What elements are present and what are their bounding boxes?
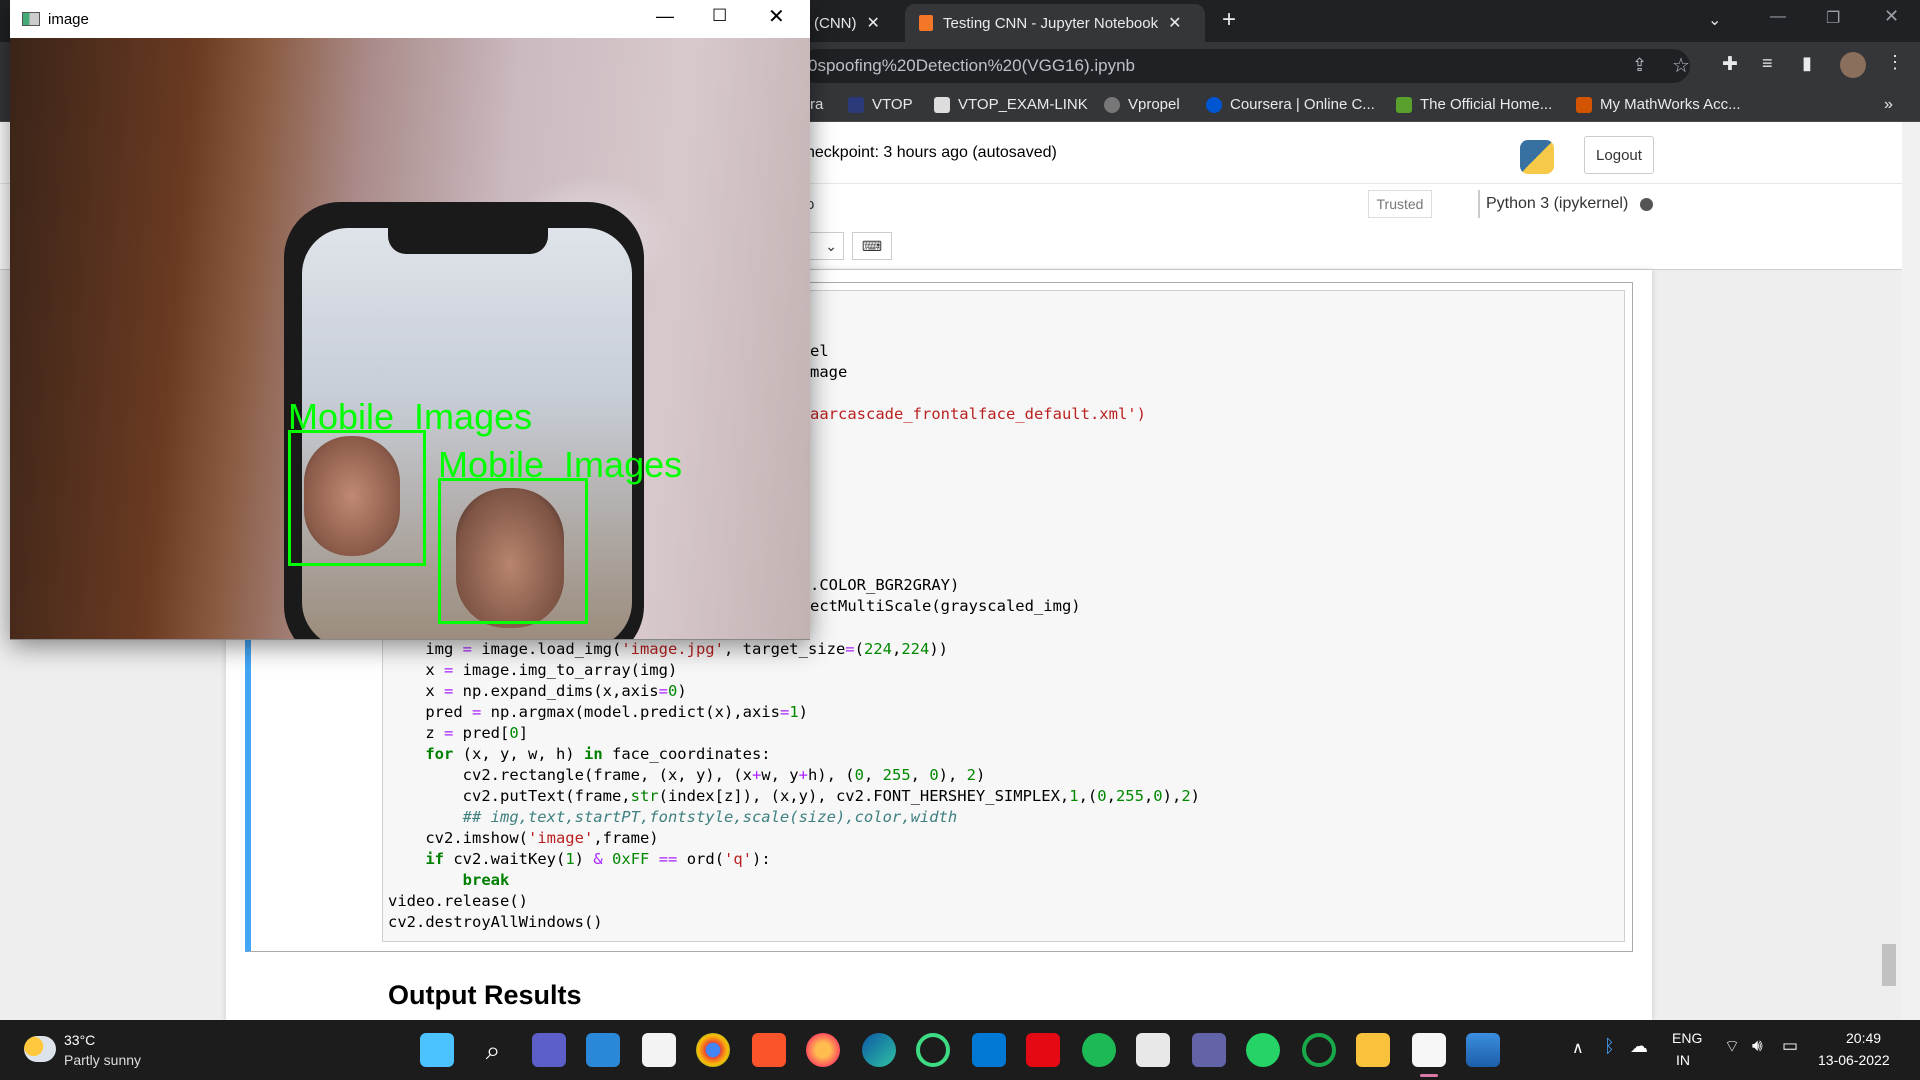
snipping-tool-icon[interactable]: [1136, 1033, 1170, 1067]
photos-icon[interactable]: [1466, 1033, 1500, 1067]
tab-label: (CNN): [814, 14, 857, 32]
minimize-icon[interactable]: —: [656, 6, 674, 27]
close-icon[interactable]: ✕: [768, 4, 785, 29]
scrollbar-thumb[interactable]: [1882, 944, 1896, 986]
code-line: aarcascade_frontalface_default.xml'): [810, 405, 1146, 423]
side-panel-icon[interactable]: ▮: [1802, 53, 1812, 74]
checkpoint-status: heckpoint: 3 hours ago (autosaved): [806, 144, 1057, 161]
bookmark-official-home[interactable]: The Official Home...: [1396, 96, 1552, 113]
chevron-up-icon[interactable]: ∧: [1572, 1038, 1584, 1058]
code-line: mage: [810, 363, 848, 381]
bookmark-coursera[interactable]: Coursera | Online C...: [1206, 96, 1375, 113]
image-icon: [934, 96, 950, 113]
search-icon[interactable]: ⌕: [476, 1033, 510, 1067]
volume-icon[interactable]: 🔊︎: [1752, 1036, 1763, 1056]
teams-icon[interactable]: [1192, 1033, 1226, 1067]
webcam-frame: Mobile Images Mobile Images: [10, 38, 810, 639]
chevron-down-icon[interactable]: ⌄: [1708, 10, 1721, 30]
output-heading: Output Results: [388, 980, 582, 1010]
close-icon[interactable]: ✕: [1168, 13, 1181, 33]
extensions-icon[interactable]: ✚: [1722, 53, 1738, 76]
brave-icon[interactable]: [752, 1033, 786, 1067]
notepad-icon[interactable]: [1412, 1033, 1446, 1067]
code-line: ectMultiScale(grayscaled_img): [810, 597, 1081, 615]
star-icon[interactable]: ☆: [1672, 53, 1690, 78]
divider: [1478, 190, 1480, 218]
file-explorer-icon[interactable]: [1356, 1033, 1390, 1067]
chrome-icon[interactable]: [696, 1033, 730, 1067]
netflix-icon[interactable]: [1026, 1033, 1060, 1067]
share-icon[interactable]: ⇪: [1632, 55, 1647, 76]
logout-button[interactable]: Logout: [1584, 136, 1654, 174]
bluetooth-icon[interactable]: ᛒ: [1604, 1036, 1615, 1057]
bookmark-vtop-exam[interactable]: VTOP_EXAM-LINK: [934, 96, 1088, 113]
bookmark-item[interactable]: ra: [810, 96, 823, 113]
detection-label: Mobile Images: [288, 396, 533, 437]
jupyter-icon: [919, 15, 933, 31]
minimize-icon[interactable]: —: [1770, 8, 1786, 26]
weather-condition[interactable]: Partly sunny: [64, 1052, 141, 1068]
avatar[interactable]: [1840, 52, 1866, 78]
code-line: el: [810, 342, 829, 360]
close-icon[interactable]: ✕: [867, 13, 880, 33]
kernel-name[interactable]: Python 3 (ipykernel): [1486, 195, 1628, 213]
detection-label: Mobile Images: [438, 444, 683, 485]
reading-list-icon[interactable]: ≡: [1762, 53, 1773, 74]
wifi-icon[interactable]: ⌔: [1724, 1036, 1740, 1057]
weather-icon[interactable]: [24, 1036, 56, 1062]
keyboard-icon[interactable]: ⌨: [852, 232, 892, 260]
language-region[interactable]: IN: [1676, 1052, 1690, 1068]
start-icon[interactable]: [420, 1033, 454, 1067]
desktop-icon[interactable]: [586, 1033, 620, 1067]
mathworks-icon: [1576, 96, 1592, 113]
clock-date[interactable]: 13-06-2022: [1818, 1052, 1890, 1068]
bookmark-vpropel[interactable]: Vpropel: [1104, 96, 1180, 113]
spotify-icon[interactable]: [1082, 1033, 1116, 1067]
clock-time[interactable]: 20:49: [1846, 1030, 1881, 1046]
teams-chat-icon[interactable]: [532, 1033, 566, 1067]
tab-jupyter[interactable]: Testing CNN - Jupyter Notebook ✕: [905, 4, 1205, 42]
window-title: image: [48, 10, 89, 28]
face-detection-box: [438, 478, 588, 624]
code-line: .COLOR_BGR2GRAY): [810, 576, 960, 594]
restore-icon[interactable]: ❐: [1826, 8, 1840, 28]
address-bar[interactable]: 0spoofing%20Detection%20(VGG16).ipynb: [800, 49, 1690, 83]
app-icon[interactable]: [1302, 1033, 1336, 1067]
more-bookmarks-icon[interactable]: »: [1884, 96, 1893, 114]
whatsapp-icon[interactable]: [1246, 1033, 1280, 1067]
battery-icon[interactable]: ▭: [1782, 1036, 1798, 1056]
maximize-icon[interactable]: ☐: [712, 6, 727, 26]
tab-label: Testing CNN - Jupyter Notebook: [943, 14, 1159, 32]
bookmark-mathworks[interactable]: My MathWorks Acc...: [1576, 96, 1741, 113]
trusted-badge[interactable]: Trusted: [1368, 190, 1432, 218]
image-window-icon: [22, 12, 40, 26]
close-window-icon[interactable]: ✕: [1884, 6, 1899, 27]
site-icon: [1396, 96, 1412, 113]
language-primary[interactable]: ENG: [1672, 1030, 1702, 1046]
new-tab-icon[interactable]: +: [1222, 6, 1236, 34]
edge-icon[interactable]: [862, 1033, 896, 1067]
python-logo-icon: [1520, 140, 1554, 174]
kernel-idle-icon: [1640, 198, 1653, 211]
coursera-icon: [1206, 96, 1222, 113]
store-icon[interactable]: [642, 1033, 676, 1067]
phone-notch: [388, 224, 548, 254]
face-detection-box: [288, 430, 426, 566]
menu-icon[interactable]: ⋮: [1886, 52, 1904, 73]
app-icon[interactable]: [916, 1033, 950, 1067]
globe-icon: [1104, 96, 1120, 113]
opencv-titlebar[interactable]: image — ☐ ✕: [10, 0, 810, 38]
code-block: img = image.load_img('image.jpg', target…: [388, 640, 1200, 931]
firefox-icon[interactable]: [806, 1033, 840, 1067]
vscode-icon[interactable]: [972, 1033, 1006, 1067]
vtop-icon: [848, 96, 864, 113]
bookmark-vtop[interactable]: VTOP: [848, 96, 913, 113]
active-indicator: [1420, 1074, 1438, 1077]
scrollbar[interactable]: [1902, 122, 1920, 1020]
cloud-icon[interactable]: ☁: [1630, 1036, 1648, 1057]
url-text: 0spoofing%20Detection%20(VGG16).ipynb: [808, 56, 1135, 75]
weather-temp[interactable]: 33°C: [64, 1032, 95, 1048]
tab-cnn[interactable]: (CNN) ✕: [800, 4, 900, 42]
